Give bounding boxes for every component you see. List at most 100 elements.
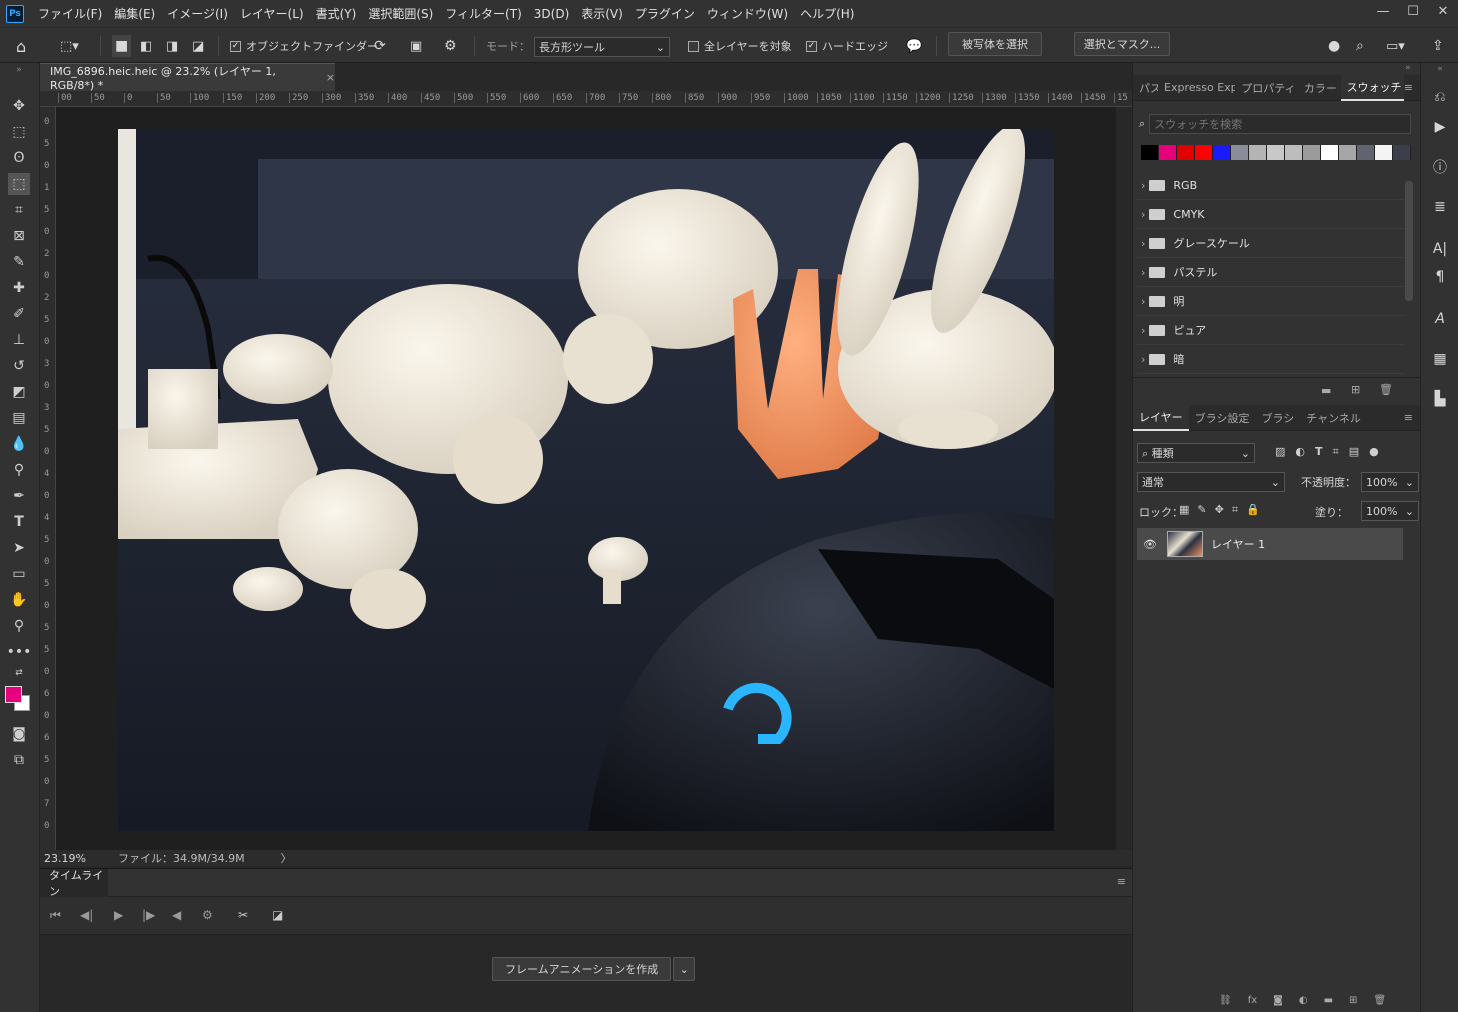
scissors-icon[interactable]: ✂ — [238, 908, 248, 922]
panel-menu-icon[interactable]: ≡ — [1117, 875, 1126, 888]
search-icon[interactable]: ⌕ — [1356, 35, 1364, 57]
menu-plugins[interactable]: プラグイン — [629, 5, 701, 22]
paragraph-icon[interactable]: ¶ — [1430, 267, 1450, 287]
zoom-tool-icon[interactable]: ⚲ — [8, 615, 30, 637]
canvas-area[interactable] — [56, 107, 1116, 850]
blend-mode-select[interactable]: 通常 ⌄ — [1137, 472, 1285, 492]
swatch-folder-row[interactable]: › CMYK — [1137, 200, 1405, 229]
swatch-folder-row[interactable]: › パステル — [1137, 258, 1405, 287]
stamp-tool-icon[interactable]: ⊥ — [8, 329, 30, 351]
object-finder-toggle[interactable]: ✓ オブジェクトファインダー — [230, 35, 378, 57]
plugin-icon[interactable]: ▙ — [1430, 389, 1450, 409]
tab-brushes[interactable]: ブラシ — [1255, 405, 1300, 431]
move-tool-icon[interactable]: ✥ — [8, 95, 30, 117]
collapse-icon[interactable]: « — [1430, 63, 1450, 75]
eye-icon[interactable]: 👁 — [1143, 538, 1159, 551]
comment-icon[interactable]: 💬 — [906, 35, 922, 57]
panel-menu-icon[interactable]: ≡ — [1404, 411, 1413, 424]
color-swatch[interactable] — [1357, 145, 1375, 160]
info-icon[interactable]: ⓘ — [1430, 157, 1450, 177]
menu-edit[interactable]: 編集(E) — [108, 5, 161, 22]
color-swatch[interactable] — [1213, 145, 1231, 160]
audio-icon[interactable]: ◀ — [172, 908, 181, 922]
document-image[interactable] — [118, 129, 1054, 831]
select-subject-button[interactable]: 被写体を選択 — [948, 32, 1042, 56]
chevron-down-icon[interactable]: ⌄ — [673, 957, 696, 981]
healing-brush-icon[interactable]: ✚ — [8, 277, 30, 299]
collapse-icon[interactable]: » — [1405, 63, 1411, 73]
type-filter-icon[interactable]: T — [1315, 445, 1323, 459]
chevron-right-icon[interactable]: › — [1141, 237, 1145, 250]
share-icon[interactable]: ⇪ — [1432, 35, 1444, 57]
panel-menu-icon[interactable]: ≡ — [1404, 81, 1413, 94]
menu-select[interactable]: 選択範囲(S) — [362, 5, 439, 22]
all-layers-toggle[interactable]: 全レイヤーを対象 — [688, 35, 792, 57]
color-swatch[interactable] — [1231, 145, 1249, 160]
tab-layers[interactable]: レイヤー — [1133, 404, 1189, 431]
transition-icon[interactable]: ◪ — [272, 908, 283, 922]
more-tools-icon[interactable]: ••• — [7, 641, 32, 663]
tab-expresso[interactable]: Expresso Expor — [1158, 75, 1235, 101]
menu-window[interactable]: ウィンドウ(W) — [701, 5, 794, 22]
foreground-color-swatch[interactable] — [5, 686, 22, 703]
timeline-tab[interactable]: タイムライン — [40, 869, 108, 898]
chevron-right-icon[interactable]: › — [1141, 208, 1145, 221]
adjustment-filter-icon[interactable]: ◐ — [1295, 445, 1305, 459]
lock-all-icon[interactable]: 🔒 — [1246, 503, 1260, 517]
gradient-tool-icon[interactable]: ▤ — [8, 407, 30, 429]
tab-channels[interactable]: チャンネル — [1300, 405, 1367, 431]
chevron-right-icon[interactable]: › — [1141, 295, 1145, 308]
fill-field[interactable]: 100% ⌄ — [1361, 501, 1419, 521]
marquee-tool-icon[interactable]: ⬚ — [8, 121, 30, 143]
home-icon[interactable]: ⌂ — [16, 35, 26, 57]
swatch-folder-row[interactable]: › ピュア — [1137, 316, 1405, 345]
menu-help[interactable]: ヘルプ(H) — [794, 5, 860, 22]
color-swatch[interactable] — [1339, 145, 1357, 160]
hard-edge-toggle[interactable]: ✓ ハードエッジ — [806, 35, 888, 57]
history-brush-icon[interactable]: ↺ — [8, 355, 30, 377]
mask-icon[interactable]: ◙ — [1273, 995, 1283, 1012]
opacity-field[interactable]: 100% ⌄ — [1361, 472, 1419, 492]
swatch-folder-row[interactable]: › 暗 — [1137, 345, 1405, 374]
tab-color[interactable]: カラー — [1298, 75, 1341, 101]
vertical-scrollbar[interactable] — [1116, 107, 1132, 850]
menu-file[interactable]: ファイル(F) — [32, 5, 108, 22]
play-icon[interactable]: ▶ — [114, 908, 123, 922]
actions-icon[interactable]: ▶ — [1430, 117, 1450, 137]
shape-filter-icon[interactable]: ⌗ — [1333, 445, 1339, 459]
new-selection-icon[interactable]: ■ — [112, 35, 132, 57]
lasso-tool-icon[interactable]: ʘ — [8, 147, 30, 169]
select-mask-button[interactable]: 選択とマスク... — [1074, 32, 1170, 56]
menu-layer[interactable]: レイヤー(L) — [234, 5, 310, 22]
layer-name[interactable]: レイヤー 1 — [1211, 536, 1265, 552]
user-icon[interactable]: ● — [1328, 35, 1340, 57]
eraser-tool-icon[interactable]: ◩ — [8, 381, 30, 403]
rectangle-tool-icon[interactable]: ▭ — [8, 563, 30, 585]
new-group-icon[interactable]: ▬ — [1321, 384, 1331, 397]
group-icon[interactable]: ▬ — [1324, 995, 1333, 1012]
document-tab[interactable]: IMG_6896.heic.heic @ 23.2% (レイヤー 1, RGB/… — [40, 63, 335, 92]
color-swatch[interactable] — [1393, 145, 1411, 160]
collapse-icon[interactable]: » — [8, 65, 30, 75]
maximize-button[interactable]: ☐ — [1398, 0, 1428, 22]
menu-view[interactable]: 表示(V) — [575, 5, 629, 22]
layer-comps-icon[interactable]: ≣ — [1430, 197, 1450, 217]
tab-brush-settings[interactable]: ブラシ設定 — [1189, 405, 1256, 431]
screen-mode-icon[interactable]: ⧉ — [8, 749, 30, 771]
image-filter-icon[interactable]: ▨ — [1275, 445, 1285, 459]
prev-frame-icon[interactable]: ◀| — [80, 908, 93, 922]
color-swatch[interactable] — [1177, 145, 1195, 160]
workspace-icon[interactable]: ▭▾ — [1386, 35, 1405, 57]
lock-pixels-icon[interactable]: ✎ — [1197, 503, 1206, 517]
create-frame-animation-button[interactable]: フレームアニメーションを作成 — [492, 957, 672, 981]
color-swatch[interactable] — [1267, 145, 1285, 160]
chevron-right-icon[interactable]: › — [1141, 179, 1145, 192]
close-tab-icon[interactable]: × — [326, 71, 335, 84]
tab-swatches[interactable]: スウォッチ — [1340, 74, 1404, 101]
zoom-level[interactable]: 23.19% — [44, 852, 88, 865]
menu-image[interactable]: イメージ(I) — [161, 5, 234, 22]
color-swatch[interactable] — [1285, 145, 1303, 160]
subtract-selection-icon[interactable]: ◨ — [166, 35, 178, 57]
character-icon[interactable]: A| — [1430, 239, 1450, 259]
mode-select[interactable]: 長方形ツール ⌄ — [534, 36, 670, 58]
